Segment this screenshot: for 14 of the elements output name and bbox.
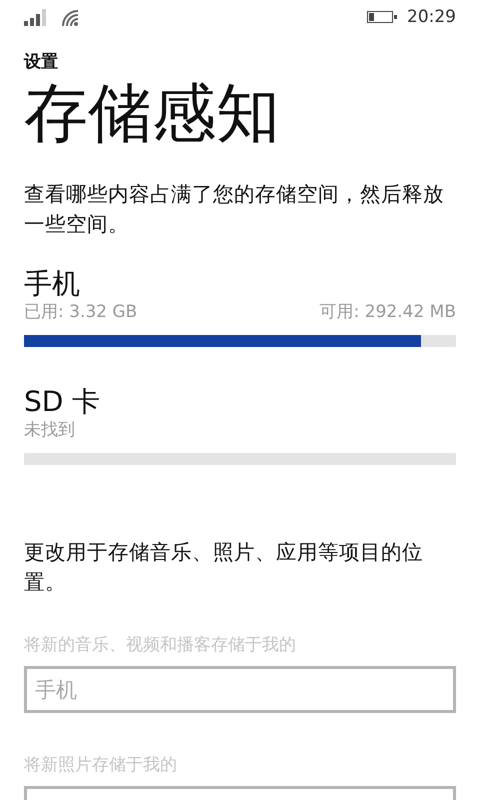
storage-name[interactable]: SD 卡: [24, 385, 456, 420]
battery-icon: [367, 11, 397, 23]
storage-status: 未找到: [24, 419, 75, 442]
section-title: 设置: [24, 51, 59, 73]
storage-name[interactable]: 手机: [24, 267, 456, 302]
wifi-icon: [60, 8, 80, 26]
description-text: 查看哪些内容占满了您的存储空间，然后释放一些空间。: [24, 181, 445, 238]
used-space: 已用: 3.32 GB: [24, 301, 138, 324]
clock-time: 20:29: [407, 7, 456, 27]
page-title: 存储感知: [24, 79, 281, 150]
picker-label: 将新照片存储于我的: [24, 754, 178, 776]
picker-label: 将新的音乐、视频和播客存储于我的: [24, 634, 297, 656]
free-space: 可用: 292.42 MB: [320, 301, 456, 324]
location-note: 更改用于存储音乐、照片、应用等项目的位置。: [24, 539, 424, 596]
